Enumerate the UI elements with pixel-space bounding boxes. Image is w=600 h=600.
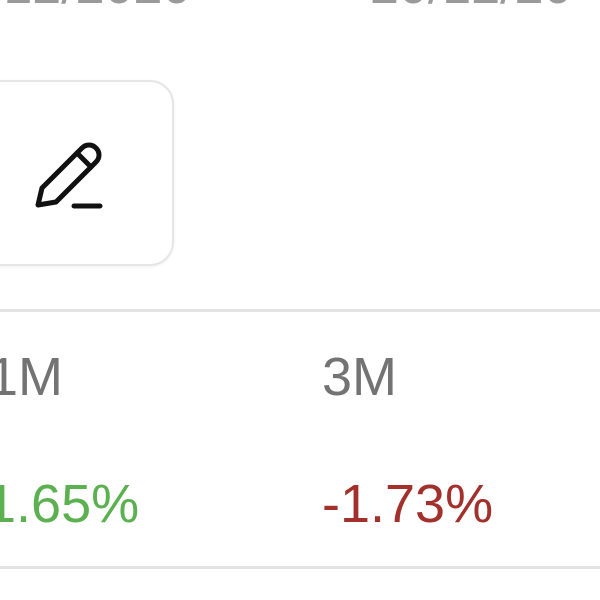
screen: 7/12/2020 20/12/20 1M 3M 1.65% -1.73% bbox=[0, 0, 600, 600]
date-row: 7/12/2020 20/12/20 bbox=[0, 0, 600, 16]
divider-top bbox=[0, 309, 600, 312]
pencil-edit-icon bbox=[30, 136, 106, 212]
start-date: 7/12/2020 bbox=[0, 0, 191, 16]
end-date: 20/12/20 bbox=[370, 0, 572, 16]
period-value-1m: 1.65% bbox=[0, 474, 140, 534]
edit-button[interactable] bbox=[0, 80, 174, 266]
divider-bottom bbox=[0, 566, 600, 569]
period-label-3m: 3M bbox=[322, 347, 398, 407]
period-value-3m: -1.73% bbox=[322, 474, 494, 534]
period-label-1m: 1M bbox=[0, 347, 64, 407]
